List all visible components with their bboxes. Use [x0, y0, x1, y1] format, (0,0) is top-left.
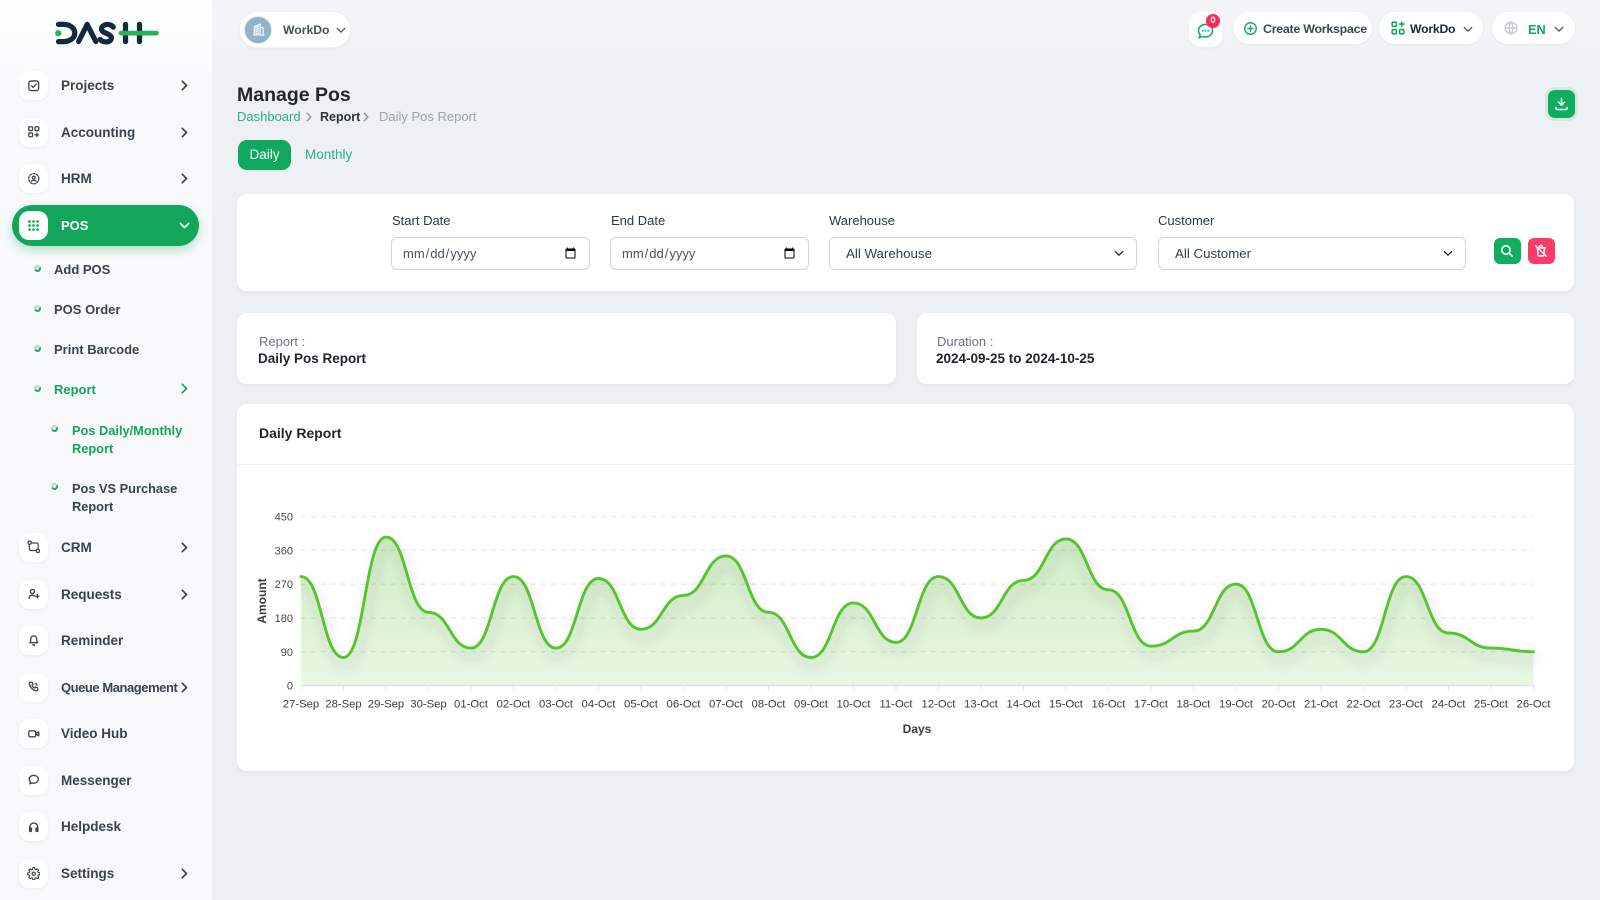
svg-text:24-Oct: 24-Oct	[1432, 699, 1467, 711]
svg-text:28-Sep: 28-Sep	[325, 699, 361, 711]
svg-text:26-Oct: 26-Oct	[1517, 699, 1552, 711]
svg-text:18-Oct: 18-Oct	[1177, 699, 1212, 711]
svg-text:05-Oct: 05-Oct	[624, 699, 659, 711]
svg-text:270: 270	[275, 579, 293, 591]
svg-text:09-Oct: 09-Oct	[794, 699, 829, 711]
svg-text:25-Oct: 25-Oct	[1474, 699, 1509, 711]
svg-text:23-Oct: 23-Oct	[1389, 699, 1424, 711]
svg-text:29-Sep: 29-Sep	[368, 699, 404, 711]
svg-text:Amount: Amount	[255, 578, 269, 623]
svg-text:22-Oct: 22-Oct	[1347, 699, 1382, 711]
svg-text:15-Oct: 15-Oct	[1049, 699, 1084, 711]
svg-text:13-Oct: 13-Oct	[964, 699, 999, 711]
svg-text:12-Oct: 12-Oct	[922, 699, 957, 711]
svg-text:Days: Days	[903, 722, 932, 736]
svg-text:16-Oct: 16-Oct	[1092, 699, 1127, 711]
svg-text:27-Sep: 27-Sep	[283, 699, 319, 711]
svg-text:04-Oct: 04-Oct	[582, 699, 617, 711]
svg-text:180: 180	[275, 613, 293, 625]
svg-text:08-Oct: 08-Oct	[752, 699, 787, 711]
svg-text:21-Oct: 21-Oct	[1304, 699, 1339, 711]
svg-text:20-Oct: 20-Oct	[1262, 699, 1297, 711]
svg-text:360: 360	[275, 545, 293, 557]
svg-text:07-Oct: 07-Oct	[709, 699, 744, 711]
svg-text:0: 0	[287, 681, 293, 693]
svg-text:90: 90	[281, 647, 293, 659]
svg-text:14-Oct: 14-Oct	[1007, 699, 1042, 711]
svg-text:30-Sep: 30-Sep	[410, 699, 446, 711]
svg-text:03-Oct: 03-Oct	[539, 699, 574, 711]
svg-text:06-Oct: 06-Oct	[667, 699, 702, 711]
svg-text:11-Oct: 11-Oct	[879, 699, 913, 711]
svg-text:10-Oct: 10-Oct	[837, 699, 872, 711]
svg-text:02-Oct: 02-Oct	[497, 699, 532, 711]
svg-text:450: 450	[275, 511, 293, 523]
svg-text:01-Oct: 01-Oct	[454, 699, 489, 711]
svg-text:17-Oct: 17-Oct	[1134, 699, 1169, 711]
svg-text:19-Oct: 19-Oct	[1219, 699, 1254, 711]
